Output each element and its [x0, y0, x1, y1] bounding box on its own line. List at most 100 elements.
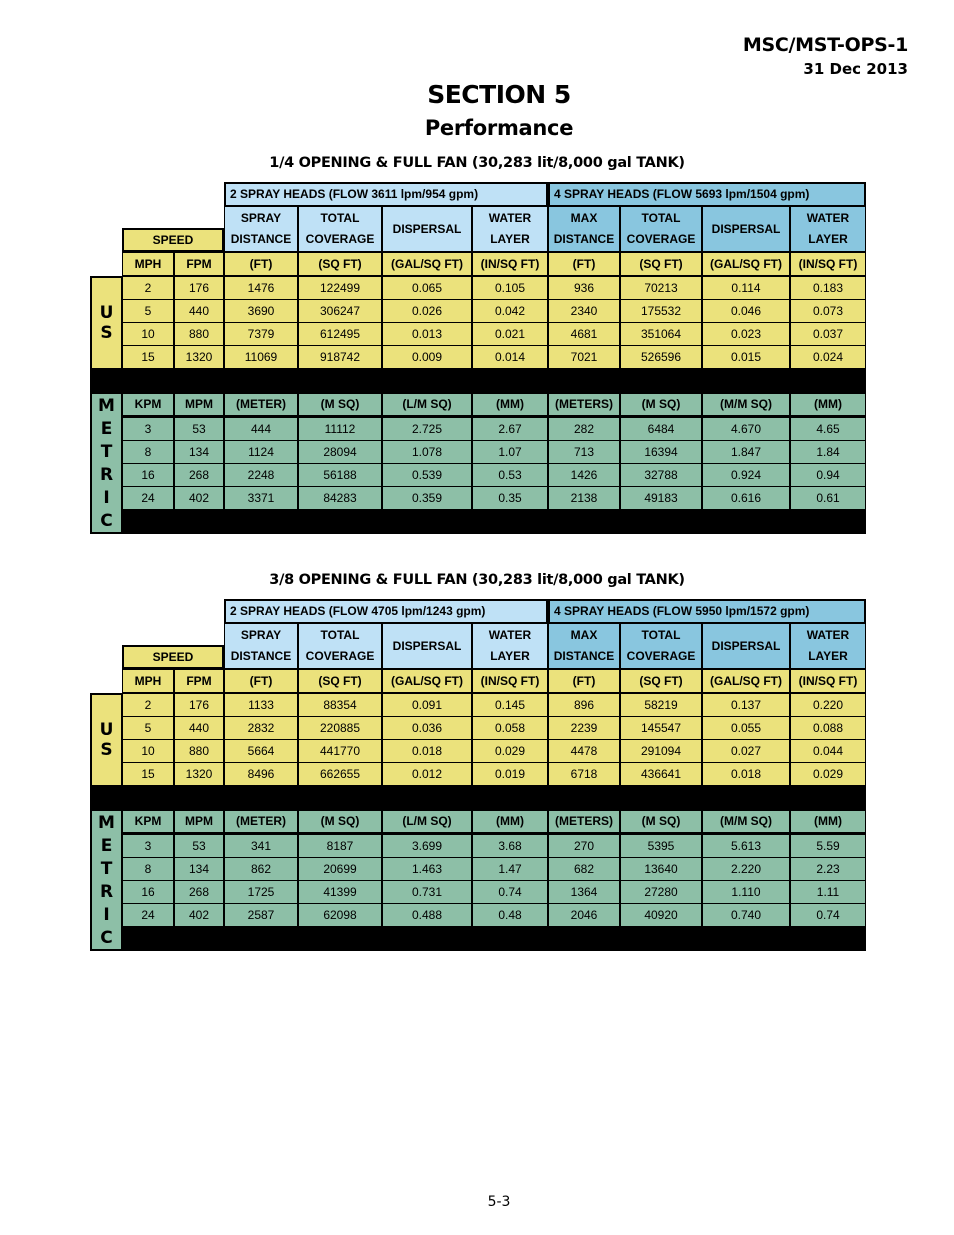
us-unit-header: (SQ FT)	[620, 252, 702, 276]
metric-data-cell: 0.94	[790, 463, 866, 487]
metric-data-cell: 3.699	[382, 834, 472, 858]
speed-header: SPEED	[122, 228, 224, 252]
metric-data-cell: 16394	[620, 440, 702, 464]
column-header-line: DISTANCE	[553, 649, 615, 663]
metric-data-cell: 53	[174, 417, 224, 441]
metric-data-cell: 2248	[224, 463, 298, 487]
metric-units-label: METRIC	[90, 809, 123, 951]
column-header: TOTAL COVERAGE	[620, 206, 702, 252]
metric-label-letter: I	[103, 904, 110, 925]
us-unit-header: FPM	[174, 669, 224, 693]
metric-unit-header: KPM	[122, 810, 174, 834]
us-data-cell: 291094	[620, 739, 702, 763]
column-header-line: LAYER	[808, 649, 848, 663]
metric-data-cell: 0.74	[472, 880, 548, 904]
metric-data-cell: 282	[548, 417, 620, 441]
us-data-cell: 4478	[548, 739, 620, 763]
column-header-line: MAX	[570, 628, 598, 642]
column-header: WATER LAYER	[790, 206, 866, 252]
metric-unit-header: (MM)	[472, 393, 548, 417]
metric-data-cell: 4.670	[702, 417, 790, 441]
metric-unit-header: (METER)	[224, 393, 298, 417]
us-data-cell: 0.026	[382, 299, 472, 323]
metric-unit-header: MPM	[174, 393, 224, 417]
us-data-cell: 0.044	[790, 739, 866, 763]
metric-data-cell: 27280	[620, 880, 702, 904]
metric-data-cell: 32788	[620, 463, 702, 487]
metric-data-cell: 24	[122, 903, 174, 927]
metric-data-cell: 1124	[224, 440, 298, 464]
metric-data-cell: 8	[122, 440, 174, 464]
column-header: TOTAL COVERAGE	[298, 206, 382, 252]
column-header-line: TOTAL	[641, 628, 681, 642]
us-data-cell: 526596	[620, 345, 702, 369]
metric-data-cell: 4.65	[790, 417, 866, 441]
us-data-cell: 176	[174, 276, 224, 300]
metric-label-letter: M	[98, 395, 115, 416]
us-data-cell: 0.015	[702, 345, 790, 369]
us-data-cell: 0.018	[702, 762, 790, 786]
column-header: DISPERSAL	[702, 206, 790, 252]
metric-data-cell: 5.613	[702, 834, 790, 858]
metric-data-cell: 270	[548, 834, 620, 858]
us-data-cell: 0.058	[472, 716, 548, 740]
metric-units-label: METRIC	[90, 392, 123, 534]
us-data-cell: 88354	[298, 693, 382, 717]
metric-data-cell: 40920	[620, 903, 702, 927]
metric-unit-header: (M SQ)	[620, 393, 702, 417]
metric-data-cell: 0.740	[702, 903, 790, 927]
metric-unit-header: (MM)	[790, 810, 866, 834]
column-header-line: DISPERSAL	[392, 638, 462, 653]
metric-data-cell: 11112	[298, 417, 382, 441]
separator-band	[90, 368, 866, 394]
metric-unit-header: (L/M SQ)	[382, 393, 472, 417]
column-header-line: COVERAGE	[626, 649, 696, 663]
column-header-line: WATER	[488, 628, 532, 642]
us-unit-header: (SQ FT)	[620, 669, 702, 693]
us-data-cell: 0.137	[702, 693, 790, 717]
metric-data-cell: 3.68	[472, 834, 548, 858]
us-data-cell: 10	[122, 322, 174, 346]
us-data-cell: 220885	[298, 716, 382, 740]
us-data-cell: 441770	[298, 739, 382, 763]
metric-unit-header: (M SQ)	[298, 393, 382, 417]
bottom-band	[122, 927, 866, 951]
us-unit-header: MPH	[122, 669, 174, 693]
metric-data-cell: 444	[224, 417, 298, 441]
metric-data-cell: 2138	[548, 486, 620, 510]
metric-label-letter: R	[99, 464, 114, 485]
metric-data-cell: 1.463	[382, 857, 472, 881]
us-unit-header: (SQ FT)	[298, 669, 382, 693]
us-data-cell: 15	[122, 762, 174, 786]
us-data-cell: 0.027	[702, 739, 790, 763]
column-header-line: COVERAGE	[305, 232, 375, 246]
us-data-cell: 880	[174, 739, 224, 763]
us-data-cell: 2	[122, 693, 174, 717]
us-data-cell: 662655	[298, 762, 382, 786]
column-header: SPRAY DISTANCE	[224, 623, 298, 669]
metric-unit-header: (METER)	[224, 810, 298, 834]
us-data-cell: 0.019	[472, 762, 548, 786]
us-unit-header: FPM	[174, 252, 224, 276]
metric-data-cell: 1.110	[702, 880, 790, 904]
metric-label-letter: E	[100, 418, 113, 439]
us-label-letter: S	[100, 740, 113, 760]
us-data-cell: 5	[122, 716, 174, 740]
metric-data-cell: 3	[122, 417, 174, 441]
metric-unit-header: (MM)	[472, 810, 548, 834]
us-label-letter: S	[100, 323, 113, 343]
us-data-cell: 0.105	[472, 276, 548, 300]
us-unit-header: (IN/SQ FT)	[472, 669, 548, 693]
us-data-cell: 918742	[298, 345, 382, 369]
us-data-cell: 122499	[298, 276, 382, 300]
metric-data-cell: 268	[174, 880, 224, 904]
metric-data-cell: 20699	[298, 857, 382, 881]
us-data-cell: 0.088	[790, 716, 866, 740]
us-data-cell: 2	[122, 276, 174, 300]
metric-data-cell: 134	[174, 440, 224, 464]
us-data-cell: 440	[174, 299, 224, 323]
us-unit-header: (IN/SQ FT)	[790, 669, 866, 693]
us-data-cell: 0.183	[790, 276, 866, 300]
us-data-cell: 15	[122, 345, 174, 369]
metric-data-cell: 3371	[224, 486, 298, 510]
